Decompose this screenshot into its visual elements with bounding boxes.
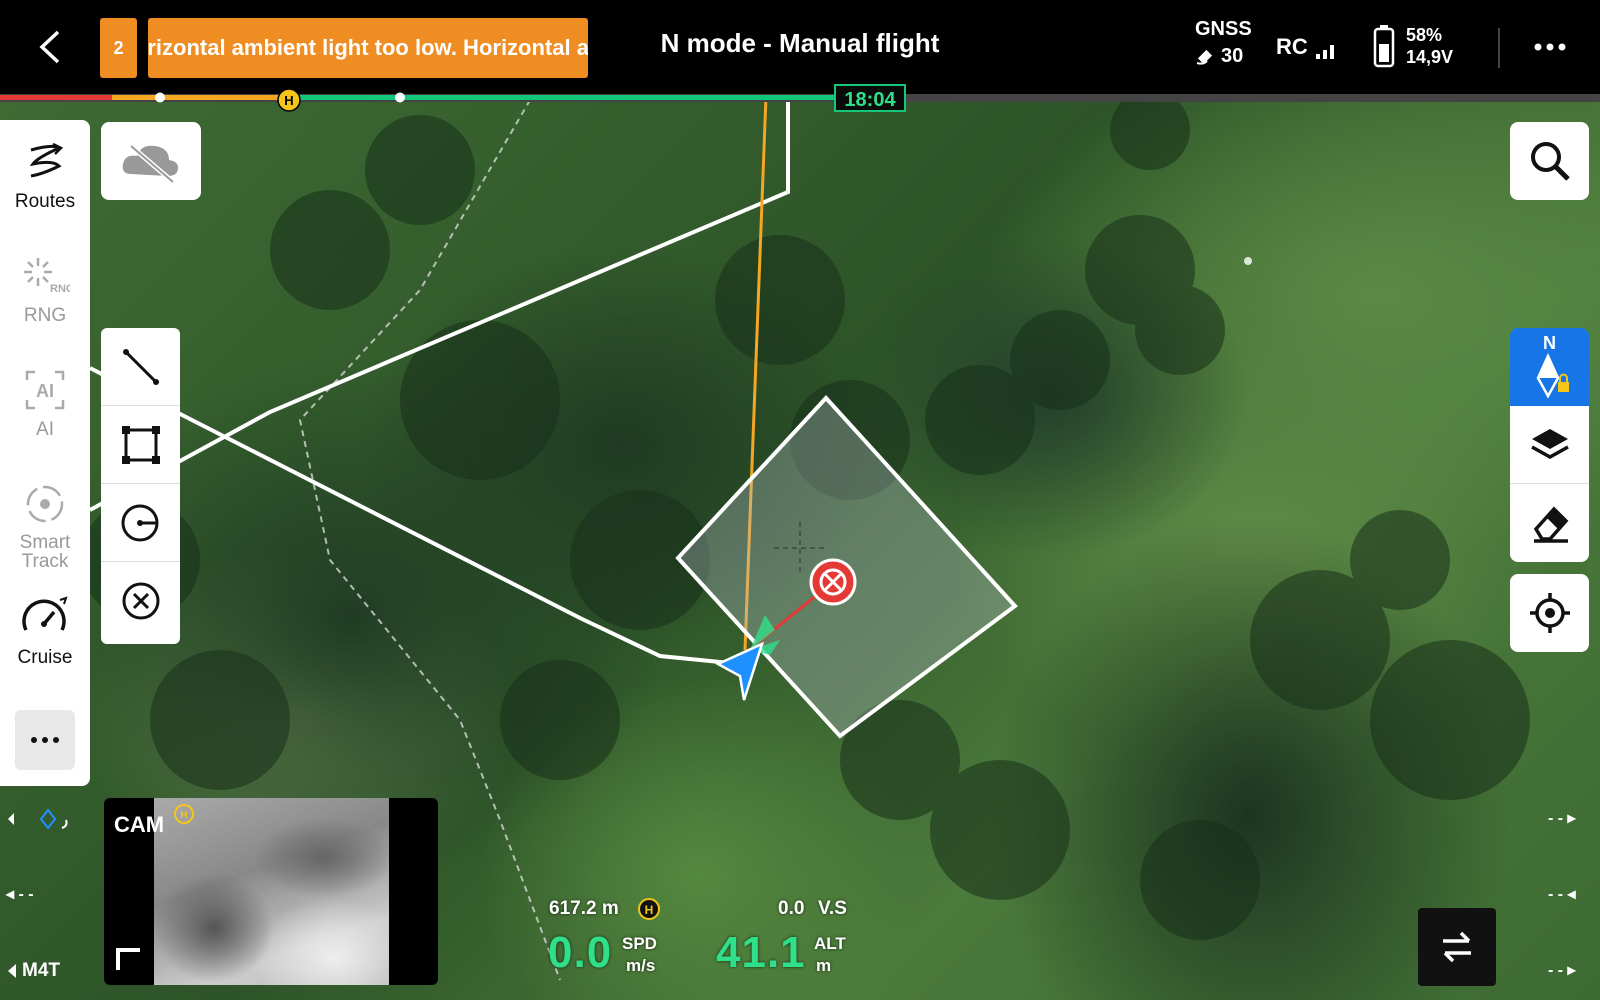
- gimbal-indicator: [8, 808, 68, 830]
- cruise-icon: [22, 596, 68, 631]
- home-point-icon: H: [638, 898, 660, 920]
- right-edge-dash: - -: [1548, 962, 1564, 979]
- more-horizontal-icon: [1534, 43, 1566, 51]
- smart-track-button[interactable]: Smart Track: [0, 482, 90, 571]
- cloud-sync-button[interactable]: [101, 122, 201, 200]
- chevron-left-icon: [8, 964, 16, 978]
- search-icon: [1530, 142, 1570, 181]
- right-edge-dash: - -: [1548, 810, 1564, 827]
- vertical-speed-value: 0.0: [778, 898, 805, 919]
- more-horizontal-icon: [31, 737, 59, 743]
- right-edge-indicator-bottom: - - ▸: [1548, 962, 1576, 979]
- close-circle-icon: [122, 582, 159, 620]
- draw-area-tool[interactable]: [101, 406, 180, 484]
- altitude-unit: m: [816, 956, 832, 975]
- camera-label: CAM: [114, 812, 165, 837]
- home-distance: 617.2 m: [549, 898, 619, 919]
- left-edge-indicator: ◂ - -: [6, 886, 34, 903]
- warning-message-banner[interactable]: Horizontal ambient light too low. Horizo…: [148, 18, 588, 78]
- right-edge-dash: - -: [1548, 886, 1564, 903]
- smart-track-label: Smart Track: [19, 532, 71, 572]
- cruise-button[interactable]: Cruise: [0, 596, 90, 669]
- eraser-button[interactable]: [1510, 484, 1589, 562]
- map-draw-tools: [101, 328, 180, 644]
- flight-time-bar: [0, 92, 1600, 103]
- battery-icon: [1373, 25, 1395, 68]
- gnss-status[interactable]: GNSS 30: [1195, 18, 1252, 68]
- routes-icon: [29, 142, 64, 178]
- home-point-icon: H: [174, 804, 194, 824]
- left-panel-more-button[interactable]: [15, 710, 75, 770]
- ai-icon-text: AI: [36, 381, 54, 401]
- battery-voltage: 14,9V: [1406, 47, 1454, 67]
- routes-button[interactable]: Routes: [0, 140, 90, 213]
- rng-button[interactable]: RNG RNG: [0, 254, 90, 327]
- battery-status[interactable]: 58% 14,9V: [1372, 24, 1453, 68]
- rc-signal-status[interactable]: RC: [1276, 34, 1340, 60]
- warning-count-badge[interactable]: 2: [100, 18, 137, 78]
- gnss-label: GNSS: [1195, 18, 1252, 40]
- rng-icon: RNG: [24, 258, 74, 295]
- right-edge-indicator-top: - - ▸: [1548, 810, 1576, 827]
- altitude-label: ALT: [814, 934, 846, 953]
- signal-bars-icon: [1315, 45, 1334, 59]
- north-lock-button[interactable]: N: [1510, 328, 1589, 406]
- location-target-icon: [1529, 593, 1570, 633]
- timeline-marker: [395, 92, 405, 103]
- chevron-left-icon: [39, 30, 60, 64]
- rc-label: RC: [1276, 34, 1308, 59]
- swap-view-button[interactable]: [1418, 908, 1496, 986]
- ai-label: AI: [36, 419, 54, 440]
- flight-mode-title: N mode - Manual flight: [660, 28, 940, 58]
- battery-percent: 58%: [1406, 25, 1443, 45]
- draw-circle-tool[interactable]: [101, 484, 180, 562]
- more-options-button[interactable]: [1530, 32, 1570, 62]
- rng-icon-text: RNG: [50, 283, 70, 295]
- speed-value: 0.0: [548, 928, 613, 977]
- expand-corner-icon[interactable]: [114, 944, 144, 974]
- svg-text:H: H: [180, 810, 187, 821]
- thermal-feed: [154, 798, 389, 985]
- satellite-icon: [1196, 49, 1213, 65]
- swap-arrows-icon: [1443, 931, 1471, 963]
- map-layers-button[interactable]: [1510, 406, 1589, 484]
- line-icon: [122, 348, 159, 385]
- svg-text:H: H: [645, 903, 654, 917]
- gnss-satellite-count: 30: [1221, 45, 1244, 67]
- cruise-label: Cruise: [17, 647, 73, 668]
- svg-text:H: H: [284, 93, 293, 108]
- smart-track-icon: [26, 485, 64, 523]
- ai-button[interactable]: AI AI: [0, 368, 90, 441]
- drone-model-label: M4T: [22, 960, 60, 981]
- rng-label: RNG: [23, 305, 67, 326]
- clear-drawing-tool[interactable]: [101, 562, 180, 640]
- timeline-marker: [155, 92, 165, 103]
- locate-aircraft-button[interactable]: [1510, 574, 1589, 652]
- back-button[interactable]: [28, 22, 72, 72]
- polygon-area-icon: [121, 425, 160, 464]
- speed-unit: m/s: [626, 956, 656, 975]
- routes-label: Routes: [14, 191, 76, 212]
- circle-radius-icon: [121, 504, 158, 541]
- draw-line-tool[interactable]: [101, 328, 180, 406]
- home-point-icon: H: [277, 88, 301, 112]
- left-edge-dash: - -: [18, 886, 34, 903]
- left-tool-panel: Routes RNG RNG AI AI Smart Track: [0, 120, 90, 786]
- ai-icon: AI: [25, 370, 65, 410]
- north-label: N: [1543, 333, 1556, 353]
- cloud-off-icon: [122, 144, 178, 184]
- camera-preview[interactable]: CAM H: [104, 798, 438, 985]
- vertical-speed-label: V.S: [818, 898, 847, 919]
- right-edge-indicator-mid: - - ◂: [1548, 886, 1576, 903]
- top-bar: 2 Horizontal ambient light too low. Hori…: [0, 0, 1600, 96]
- layers-icon: [1530, 428, 1569, 459]
- compass-lock-icon: [1536, 352, 1569, 399]
- search-button[interactable]: [1510, 122, 1589, 200]
- divider: [1498, 28, 1500, 68]
- speed-label: SPD: [622, 934, 657, 953]
- eraser-icon: [1533, 506, 1568, 543]
- altitude-value: 41.1: [716, 928, 806, 977]
- remaining-flight-time: 18:04: [834, 84, 906, 112]
